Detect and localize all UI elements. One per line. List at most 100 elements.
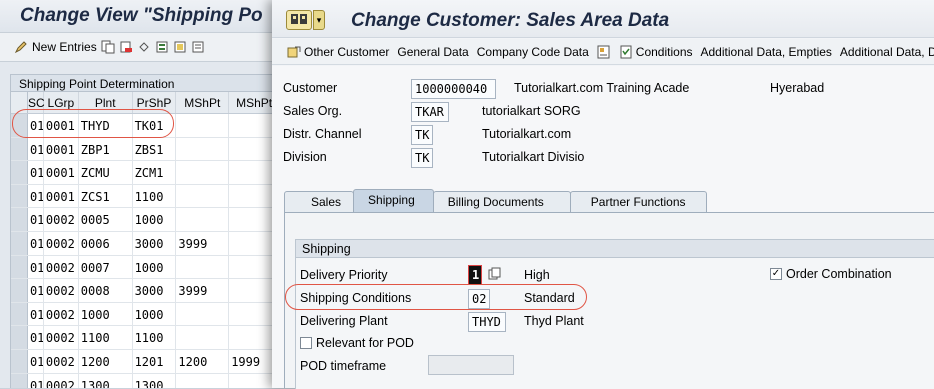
other-customer-button[interactable]: Other Customer: [287, 45, 389, 59]
cell-lgrp[interactable]: 0002: [44, 279, 79, 302]
tab-partner-functions[interactable]: Partner Functions: [569, 191, 707, 212]
cell-sc[interactable]: 01: [28, 208, 44, 231]
cell-sc[interactable]: 01: [28, 161, 44, 184]
cell-sc[interactable]: 01: [28, 302, 44, 326]
table-row[interactable]: 01 0002 0007 1000: [11, 255, 280, 280]
sales-org-field[interactable]: TKAR: [411, 102, 449, 122]
cell-prshp[interactable]: 1000: [133, 302, 177, 326]
table-row[interactable]: 01 0001 THYD TK01: [11, 114, 280, 138]
cell-lgrp[interactable]: 0002: [44, 302, 79, 326]
distr-channel-field[interactable]: TK: [411, 125, 433, 145]
cell-plnt[interactable]: ZCS1: [79, 184, 133, 208]
cell-lgrp[interactable]: 0002: [44, 231, 79, 255]
cell-sc[interactable]: 01: [28, 137, 44, 161]
cell-prshp[interactable]: 3000: [133, 279, 177, 302]
cell-mshpt[interactable]: 3999: [176, 279, 230, 302]
row-selector[interactable]: [11, 255, 28, 279]
cell-mshpt[interactable]: 1200: [176, 349, 230, 373]
cell-lgrp[interactable]: 0001: [44, 161, 79, 184]
row-selector[interactable]: [11, 137, 28, 161]
tab-sales[interactable]: Sales: [284, 191, 355, 212]
cell-mshpt[interactable]: 3999: [176, 231, 230, 255]
cell-plnt[interactable]: 0005: [79, 208, 133, 231]
table-row[interactable]: 01 0002 1200 1201 1200 1999: [11, 349, 280, 374]
cell-prshp[interactable]: 1000: [133, 255, 177, 279]
cell-plnt[interactable]: 0007: [79, 255, 133, 279]
cell-mshpt[interactable]: [176, 255, 230, 279]
company-code-data-button[interactable]: Company Code Data: [477, 45, 589, 59]
row-selector[interactable]: [11, 208, 28, 231]
cell-plnt[interactable]: 1100: [79, 326, 133, 349]
cell-lgrp[interactable]: 0002: [44, 326, 79, 349]
cell-prshp[interactable]: 1100: [133, 184, 177, 208]
cell-prshp[interactable]: 1000: [133, 208, 177, 231]
shipping-conditions-field[interactable]: 02: [468, 289, 490, 309]
table-row[interactable]: 01 0002 0005 1000: [11, 208, 280, 232]
delivering-plant-field[interactable]: THYD: [468, 312, 506, 332]
row-selector[interactable]: [11, 279, 28, 302]
cell-plnt[interactable]: 1000: [79, 302, 133, 326]
cell-lgrp[interactable]: 0002: [44, 255, 79, 279]
cell-plnt[interactable]: 1200: [79, 349, 133, 373]
cell-lgrp[interactable]: 0002: [44, 208, 79, 231]
cell-mshpt[interactable]: [176, 137, 230, 161]
cell-mshpt[interactable]: [176, 114, 230, 137]
cell-sc[interactable]: 01: [28, 326, 44, 349]
cell-sc[interactable]: 01: [28, 114, 44, 137]
row-selector[interactable]: [11, 114, 28, 137]
cell-prshp[interactable]: ZCM1: [133, 161, 177, 184]
cell-prshp[interactable]: 1201: [133, 349, 177, 373]
table-row[interactable]: 01 0002 1000 1000: [11, 302, 280, 327]
additional-data-empties-button[interactable]: Additional Data, Empties: [701, 45, 832, 59]
cell-lgrp[interactable]: 0001: [44, 114, 79, 137]
customer-field[interactable]: 1000000040: [411, 79, 496, 99]
table-row[interactable]: 01 0002 1100 1100: [11, 326, 280, 350]
tab-shipping[interactable]: Shipping: [353, 189, 434, 212]
tab-billing-documents[interactable]: Billing Documents: [432, 191, 571, 212]
cell-plnt[interactable]: 1300: [79, 373, 133, 388]
row-selector[interactable]: [11, 231, 28, 255]
cell-mshpt[interactable]: [176, 184, 230, 208]
general-data-button[interactable]: General Data: [397, 45, 468, 59]
new-entries-button[interactable]: New Entries: [14, 40, 97, 54]
cell-mshpt[interactable]: [176, 373, 230, 388]
cell-sc[interactable]: 01: [28, 279, 44, 302]
row-selector[interactable]: [11, 349, 28, 373]
cell-lgrp[interactable]: 0001: [44, 137, 79, 161]
sales-areas-icon[interactable]: [597, 45, 611, 59]
menu-dropdown-button[interactable]: ▾: [313, 10, 325, 30]
division-field[interactable]: TK: [411, 148, 433, 168]
cell-plnt[interactable]: 0006: [79, 231, 133, 255]
cell-lgrp[interactable]: 0002: [44, 349, 79, 373]
cell-plnt[interactable]: THYD: [79, 114, 133, 137]
cell-prshp[interactable]: ZBS1: [133, 137, 177, 161]
cell-mshpt[interactable]: [176, 326, 230, 349]
select-block-icon[interactable]: [173, 40, 187, 54]
copy-icon[interactable]: [101, 40, 115, 54]
cell-plnt[interactable]: 0008: [79, 279, 133, 302]
cell-prshp[interactable]: TK01: [133, 114, 177, 137]
cell-plnt[interactable]: ZCMU: [79, 161, 133, 184]
additional-data-dsd-button[interactable]: Additional Data, DSD: [840, 45, 934, 59]
cell-lgrp[interactable]: 0002: [44, 373, 79, 388]
table-row[interactable]: 01 0001 ZBP1 ZBS1: [11, 137, 280, 162]
cell-prshp[interactable]: 1300: [133, 373, 177, 388]
undo-icon[interactable]: [137, 40, 151, 54]
cell-mshpt[interactable]: [176, 208, 230, 231]
cell-lgrp[interactable]: 0001: [44, 184, 79, 208]
row-selector[interactable]: [11, 302, 28, 326]
order-combination-checkbox[interactable]: ✓: [770, 268, 782, 280]
value-help-icon[interactable]: [488, 267, 502, 281]
cell-prshp[interactable]: 3000: [133, 231, 177, 255]
cell-sc[interactable]: 01: [28, 373, 44, 388]
pod-timeframe-field[interactable]: [428, 355, 514, 375]
relevant-for-pod-checkbox[interactable]: [300, 337, 312, 349]
row-selector[interactable]: [11, 373, 28, 388]
delivery-priority-field[interactable]: 1: [468, 265, 482, 285]
table-row[interactable]: 01 0002 1300 1300: [11, 373, 280, 388]
deselect-all-icon[interactable]: [191, 40, 205, 54]
cell-sc[interactable]: 01: [28, 231, 44, 255]
cell-plnt[interactable]: ZBP1: [79, 137, 133, 161]
cell-prshp[interactable]: 1100: [133, 326, 177, 349]
cell-mshpt[interactable]: [176, 161, 230, 184]
